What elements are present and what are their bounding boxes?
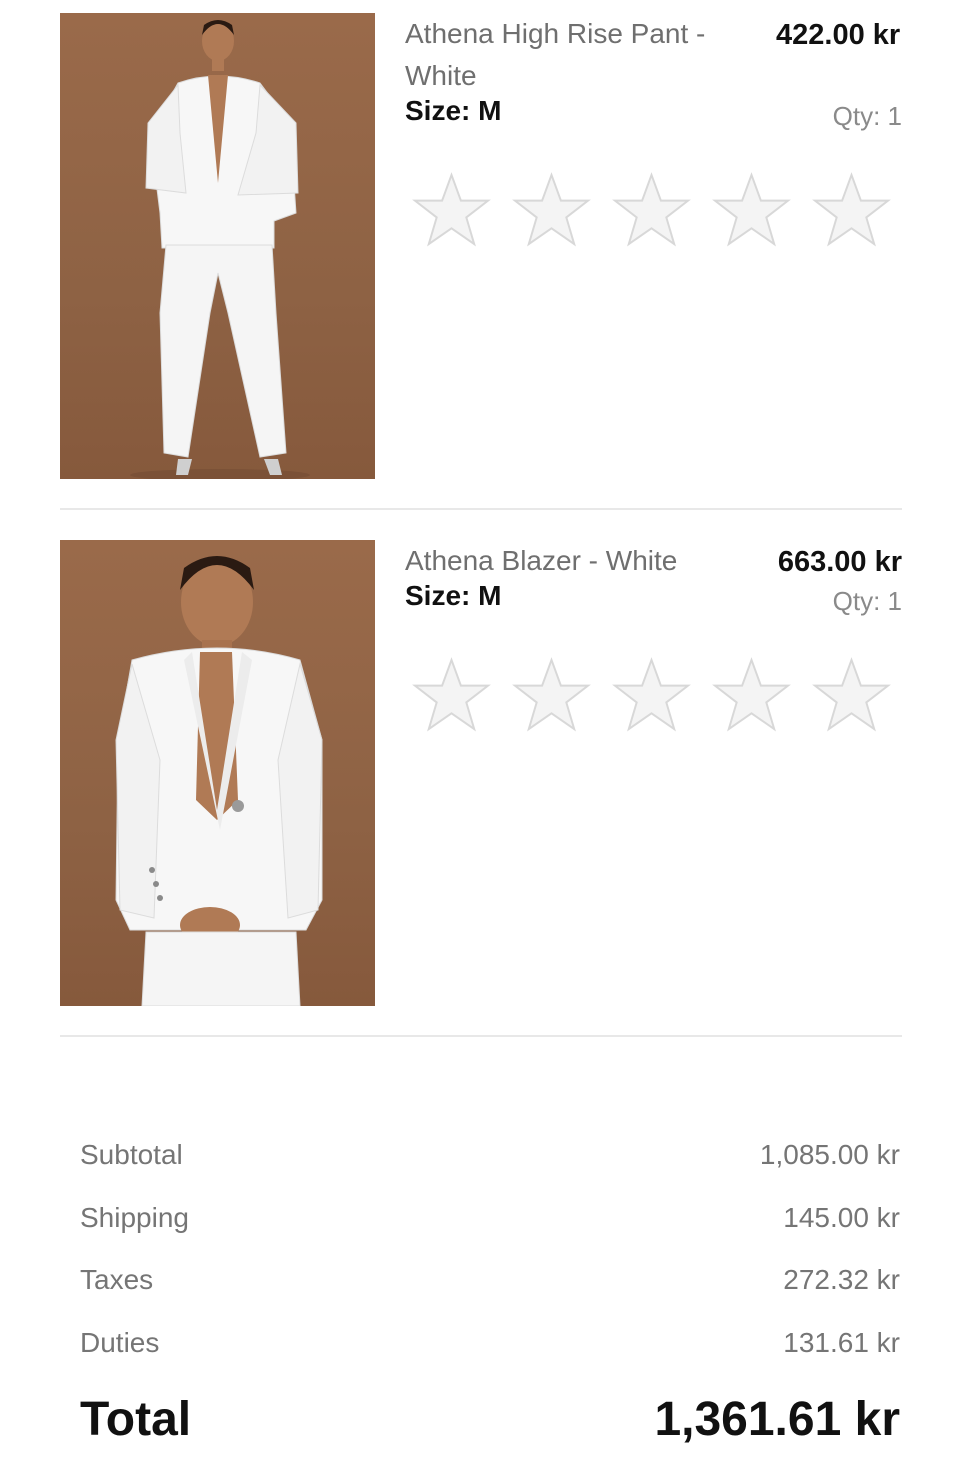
product-price: 422.00 kr [776,19,901,51]
shipping-value: 145.00 kr [783,1201,900,1233]
product-size: Size: M [405,95,502,126]
total-label: Total [80,1393,192,1446]
rating-stars[interactable] [412,656,891,735]
shipping-row: Shipping 145.00 kr [80,1188,900,1251]
duties-label: Duties [80,1326,160,1358]
product-name[interactable]: Athena Blazer - White [405,540,745,582]
subtotal-value: 1,085.00 kr [759,1139,900,1170]
model-upper-body-icon [115,556,323,1006]
divider [60,508,902,510]
total-row: Total 1,361.61 kr [80,1386,900,1456]
model-full-body-icon [130,20,310,479]
star-icon[interactable] [712,171,791,250]
subtotal-row: Subtotal 1,085.00 kr [80,1125,900,1188]
total-value: 1,361.61 kr [654,1393,900,1446]
subtotal-label: Subtotal [80,1139,183,1170]
star-icon[interactable] [612,656,691,735]
star-icon[interactable] [412,171,491,250]
star-icon[interactable] [512,171,591,250]
shipping-label: Shipping [80,1201,189,1233]
cart-item: Athena High Rise Pant - White Size: M 42… [60,13,902,509]
product-quantity: Qty: 1 [832,586,902,616]
star-icon[interactable] [612,171,691,250]
star-icon[interactable] [412,656,491,735]
duties-value: 131.61 kr [783,1326,900,1358]
taxes-label: Taxes [80,1264,154,1295]
product-name[interactable]: Athena High Rise Pant - White [405,13,745,97]
taxes-row: Taxes 272.32 kr [80,1250,900,1313]
divider [60,1035,902,1037]
taxes-value: 272.32 kr [783,1264,900,1295]
product-quantity: Qty: 1 [832,101,902,131]
cart-item: Athena Blazer - White Size: M 663.00 kr … [60,540,902,1036]
product-price: 663.00 kr [777,546,902,578]
rating-stars[interactable] [412,171,891,250]
product-image[interactable] [60,540,375,1006]
duties-row: Duties 131.61 kr [80,1313,900,1376]
order-totals: Subtotal 1,085.00 kr Shipping 145.00 kr … [80,1125,900,1375]
order-summary-page: Athena High Rise Pant - White Size: M 42… [0,0,960,1479]
star-icon[interactable] [712,656,791,735]
product-image[interactable] [60,13,375,479]
star-icon[interactable] [812,656,891,735]
star-icon[interactable] [512,656,591,735]
star-icon[interactable] [812,171,891,250]
product-size: Size: M [405,580,502,611]
